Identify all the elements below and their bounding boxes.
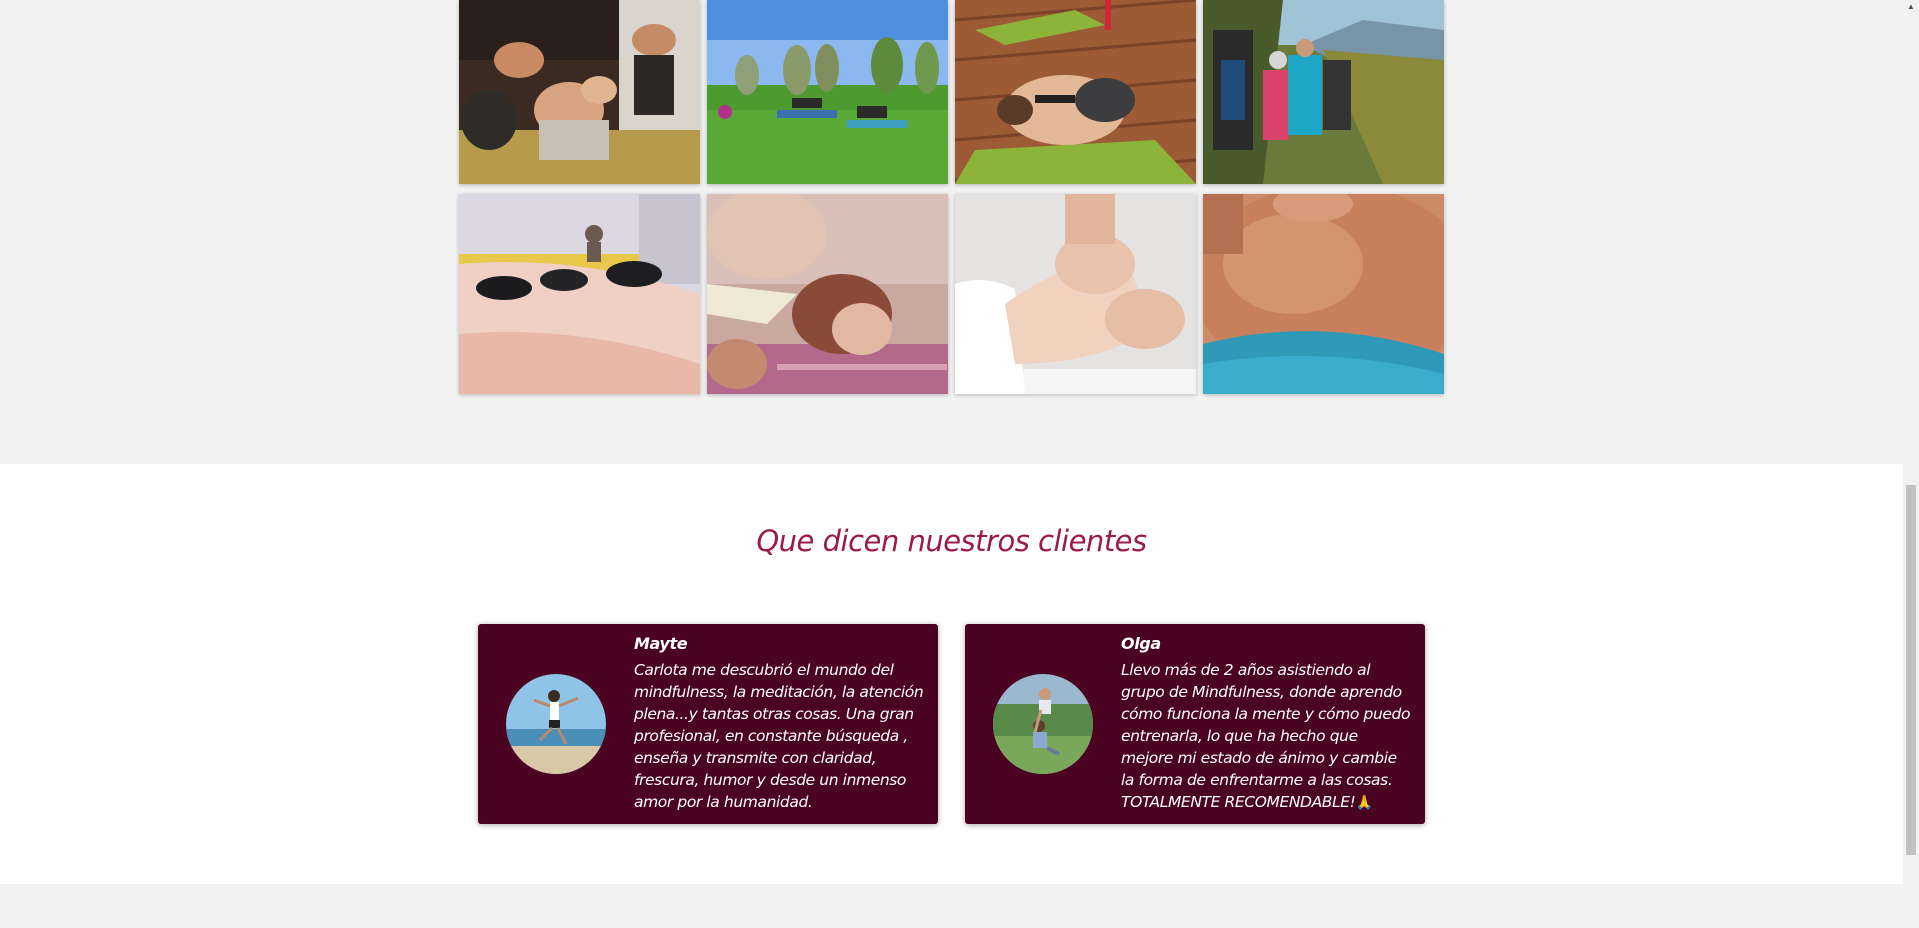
page: Que dicen nuestros clientes Mayte Carlot…: [0, 0, 1919, 928]
photo-gallery: [459, 0, 1445, 404]
testimonials-section: Que dicen nuestros clientes Mayte Carlot…: [0, 464, 1903, 884]
back-massage-photo[interactable]: [1203, 194, 1444, 394]
testimonial-card: Olga Llevo más de 2 años asistiendo al g…: [965, 624, 1425, 824]
praying-hands-icon: 🙏: [1355, 795, 1373, 811]
gallery-row: [459, 194, 1445, 394]
testimonial-text: Carlota me descubrió el mundo del mindfu…: [634, 661, 924, 811]
testimonial-body: Olga Llevo más de 2 años asistiendo al g…: [1121, 634, 1411, 814]
testimonial-text-content: Llevo más de 2 años asistiendo al grupo …: [1121, 661, 1411, 811]
testimonial-text: Llevo más de 2 años asistiendo al grupo …: [1121, 659, 1411, 814]
child-pose-photo[interactable]: [955, 0, 1196, 184]
scrollbar-thumb[interactable]: [1906, 485, 1916, 855]
mother-child-avatar: [993, 674, 1093, 774]
testimonial-card: Mayte Carlota me descubrió el mundo del …: [478, 624, 938, 824]
gallery-row: [459, 0, 1445, 184]
relaxing-woman-photo[interactable]: [707, 194, 948, 394]
foot-massage-photo[interactable]: [955, 194, 1196, 394]
page-scrollbar[interactable]: ▲: [1903, 0, 1919, 928]
testimonial-author: Olga: [1121, 634, 1161, 653]
testimonial-author: Mayte: [634, 634, 688, 653]
hiking-group-photo[interactable]: [1203, 0, 1444, 184]
section-title: Que dicen nuestros clientes: [756, 524, 1147, 558]
testimonial-cards: Mayte Carlota me descubrió el mundo del …: [478, 624, 1425, 824]
yoga-class-photo[interactable]: [459, 0, 700, 184]
scroll-up-arrow-icon[interactable]: ▲: [1903, 0, 1919, 14]
jumping-woman-avatar: [506, 674, 606, 774]
hot-stones-massage-photo[interactable]: [459, 194, 700, 394]
testimonial-body: Mayte Carlota me descubrió el mundo del …: [634, 634, 924, 813]
outdoor-yoga-photo[interactable]: [707, 0, 948, 184]
